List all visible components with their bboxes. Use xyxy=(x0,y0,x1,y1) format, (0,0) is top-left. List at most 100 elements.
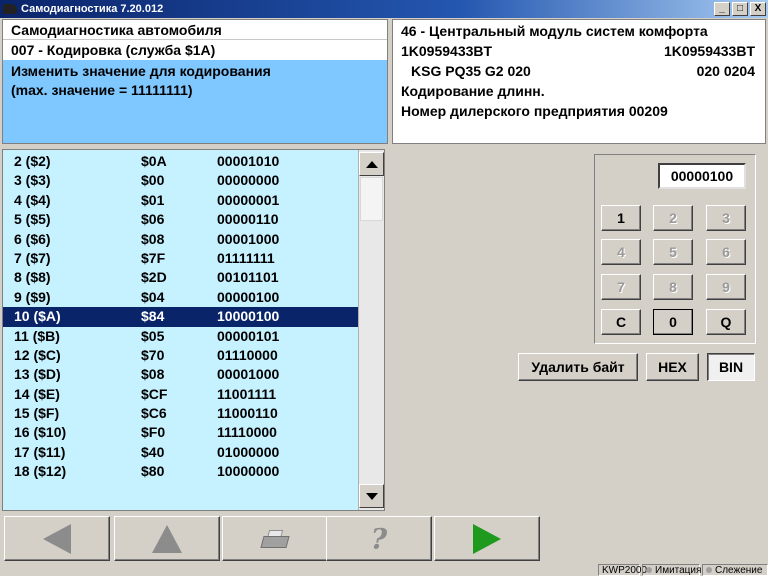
table-row[interactable]: 17 ($11) $40 01000000 xyxy=(3,443,359,462)
simulation-label: Имитация xyxy=(655,565,702,576)
delete-byte-button[interactable]: Удалить байт xyxy=(518,353,638,381)
byte-hex-value: $01 xyxy=(141,191,165,208)
byte-index: 13 ($D) xyxy=(14,366,61,383)
tracking-led-icon xyxy=(706,567,712,573)
table-row[interactable]: 7 ($7) $7F 01111111 xyxy=(3,249,359,268)
table-row[interactable]: 8 ($8) $2D 00101101 xyxy=(3,268,359,287)
table-row[interactable]: 4 ($4) $01 00000001 xyxy=(3,191,359,210)
table-row[interactable]: 11 ($B) $05 00000101 xyxy=(3,327,359,346)
close-button[interactable]: X xyxy=(750,2,766,16)
forward-button[interactable] xyxy=(434,516,540,561)
window-title: Самодиагностика 7.20.012 xyxy=(21,3,164,15)
table-row[interactable]: 3 ($3) $00 00000000 xyxy=(3,171,359,190)
help-icon: ? xyxy=(370,522,388,555)
key-quit[interactable]: Q xyxy=(706,309,746,335)
byte-binary-value: 01110000 xyxy=(217,346,278,363)
byte-index: 12 ($C) xyxy=(14,346,61,363)
simulation-status: Имитация xyxy=(642,564,702,576)
help-button[interactable]: ? xyxy=(326,516,432,561)
back-arrow-icon xyxy=(43,523,71,554)
tracking-label: Слежение xyxy=(715,565,763,576)
print-button[interactable] xyxy=(222,516,328,561)
component-row: KSG PQ35 G2 020 020 0204 xyxy=(401,61,757,81)
byte-binary-value: 01000000 xyxy=(217,443,280,460)
byte-hex-value: $05 xyxy=(141,327,165,344)
component-name: KSG PQ35 G2 020 xyxy=(411,63,531,79)
byte-binary-value: 00001000 xyxy=(217,230,280,247)
key-5: 5 xyxy=(653,239,693,265)
byte-hex-value: $CF xyxy=(141,385,168,402)
down-triangle-icon xyxy=(366,493,378,500)
byte-index: 16 ($10) xyxy=(14,424,67,441)
byte-binary-value: 10000100 xyxy=(217,308,280,325)
back-button[interactable] xyxy=(4,516,110,561)
table-row[interactable]: 9 ($9) $04 00000100 xyxy=(3,288,359,307)
key-9: 9 xyxy=(706,274,746,300)
byte-binary-value: 00101101 xyxy=(217,269,279,286)
byte-hex-value: $7F xyxy=(141,249,166,266)
app-icon xyxy=(3,4,17,14)
bin-mode-button[interactable]: BIN xyxy=(707,353,755,381)
key-3: 3 xyxy=(706,205,746,231)
byte-binary-value: 00001000 xyxy=(217,366,280,383)
byte-index: 2 ($2) xyxy=(14,153,51,169)
byte-rows: 2 ($2) $0A 00001010 3 ($3) $00 00000000 4 ($4)… xyxy=(3,152,359,482)
minimize-button[interactable]: _ xyxy=(714,2,730,16)
module-info-panel: 46 - Центральный модуль систем комфорта … xyxy=(392,19,766,144)
byte-index: 5 ($5) xyxy=(14,211,51,228)
table-row[interactable]: 18 ($12) $80 10000000 xyxy=(3,462,359,481)
key-clear[interactable]: C xyxy=(601,309,641,335)
byte-hex-value: $08 xyxy=(141,230,165,247)
function-title: 007 - Кодировка (служба $1A) xyxy=(11,42,216,58)
status-bar: KWP2000 Имитация Слежение xyxy=(0,564,768,576)
byte-hex-value: $0A xyxy=(141,153,167,169)
table-row[interactable]: 14 ($E) $CF 11001111 xyxy=(3,385,359,404)
hex-mode-button[interactable]: HEX xyxy=(646,353,699,381)
instruction-box: Изменить значение для кодирования (max. … xyxy=(3,60,387,143)
byte-index: 6 ($6) xyxy=(14,230,51,247)
vertical-scrollbar[interactable] xyxy=(358,150,384,510)
table-row[interactable]: 5 ($5) $06 00000110 xyxy=(3,210,359,229)
table-row[interactable]: 6 ($6) $08 00001000 xyxy=(3,230,359,249)
coding-byte-list[interactable]: 2 ($2) $0A 00001010 3 ($3) $00 00000000 4 ($4)… xyxy=(2,149,385,511)
byte-binary-value: 11110000 xyxy=(217,424,277,441)
part-number-hw: 1K0959433BT xyxy=(663,43,755,59)
function-info-panel: Самодиагностика автомобиля 007 - Кодиров… xyxy=(2,19,388,144)
up-arrow-icon xyxy=(152,524,182,553)
key-2: 2 xyxy=(653,205,693,231)
byte-index: 3 ($3) xyxy=(14,172,51,189)
part-number: 1K0959433BT xyxy=(401,43,493,59)
bottom-toolbar: ? xyxy=(0,514,768,564)
scroll-up-button[interactable] xyxy=(359,152,384,176)
maximize-button[interactable]: □ xyxy=(732,2,748,16)
byte-index: 11 ($B) xyxy=(14,327,60,344)
up-button[interactable] xyxy=(114,516,220,561)
table-row[interactable]: 2 ($2) $0A 00001010 xyxy=(3,152,359,171)
byte-index: 8 ($8) xyxy=(14,269,51,286)
key-4: 4 xyxy=(601,239,641,265)
key-1[interactable]: 1 xyxy=(601,205,641,231)
table-row[interactable]: 12 ($C) $70 01110000 xyxy=(3,346,359,365)
byte-index: 15 ($F) xyxy=(14,405,60,422)
byte-binary-value: 10000000 xyxy=(217,463,280,480)
table-row[interactable]: 16 ($10) $F0 11110000 xyxy=(3,423,359,442)
byte-binary-value: 01111111 xyxy=(217,249,275,266)
max-value-text: (max. значение = 11111111) xyxy=(11,82,193,98)
up-triangle-icon xyxy=(366,161,378,168)
byte-binary-value: 00000101 xyxy=(217,327,280,344)
key-0[interactable]: 0 xyxy=(653,309,693,335)
table-row[interactable]: 13 ($D) $08 00001000 xyxy=(3,365,359,384)
scroll-thumb[interactable] xyxy=(360,177,383,221)
byte-binary-value: 00000110 xyxy=(217,211,279,228)
key-6: 6 xyxy=(706,239,746,265)
table-row[interactable]: 15 ($F) $C6 11000110 xyxy=(3,404,359,423)
key-7: 7 xyxy=(601,274,641,300)
binary-keypad: 00000100 1 2 3 4 5 6 7 8 9 C 0 Q xyxy=(594,154,756,344)
byte-hex-value: $80 xyxy=(141,463,165,480)
scroll-down-button[interactable] xyxy=(359,484,384,508)
byte-index: 7 ($7) xyxy=(14,249,51,266)
table-row-selected[interactable]: 10 ($A) $84 10000100 xyxy=(3,307,359,327)
byte-hex-value: $C6 xyxy=(141,405,167,422)
part-number-row: 1K0959433BT 1K0959433BT xyxy=(401,41,757,61)
coding-type: Кодирование длинн. xyxy=(401,83,545,99)
